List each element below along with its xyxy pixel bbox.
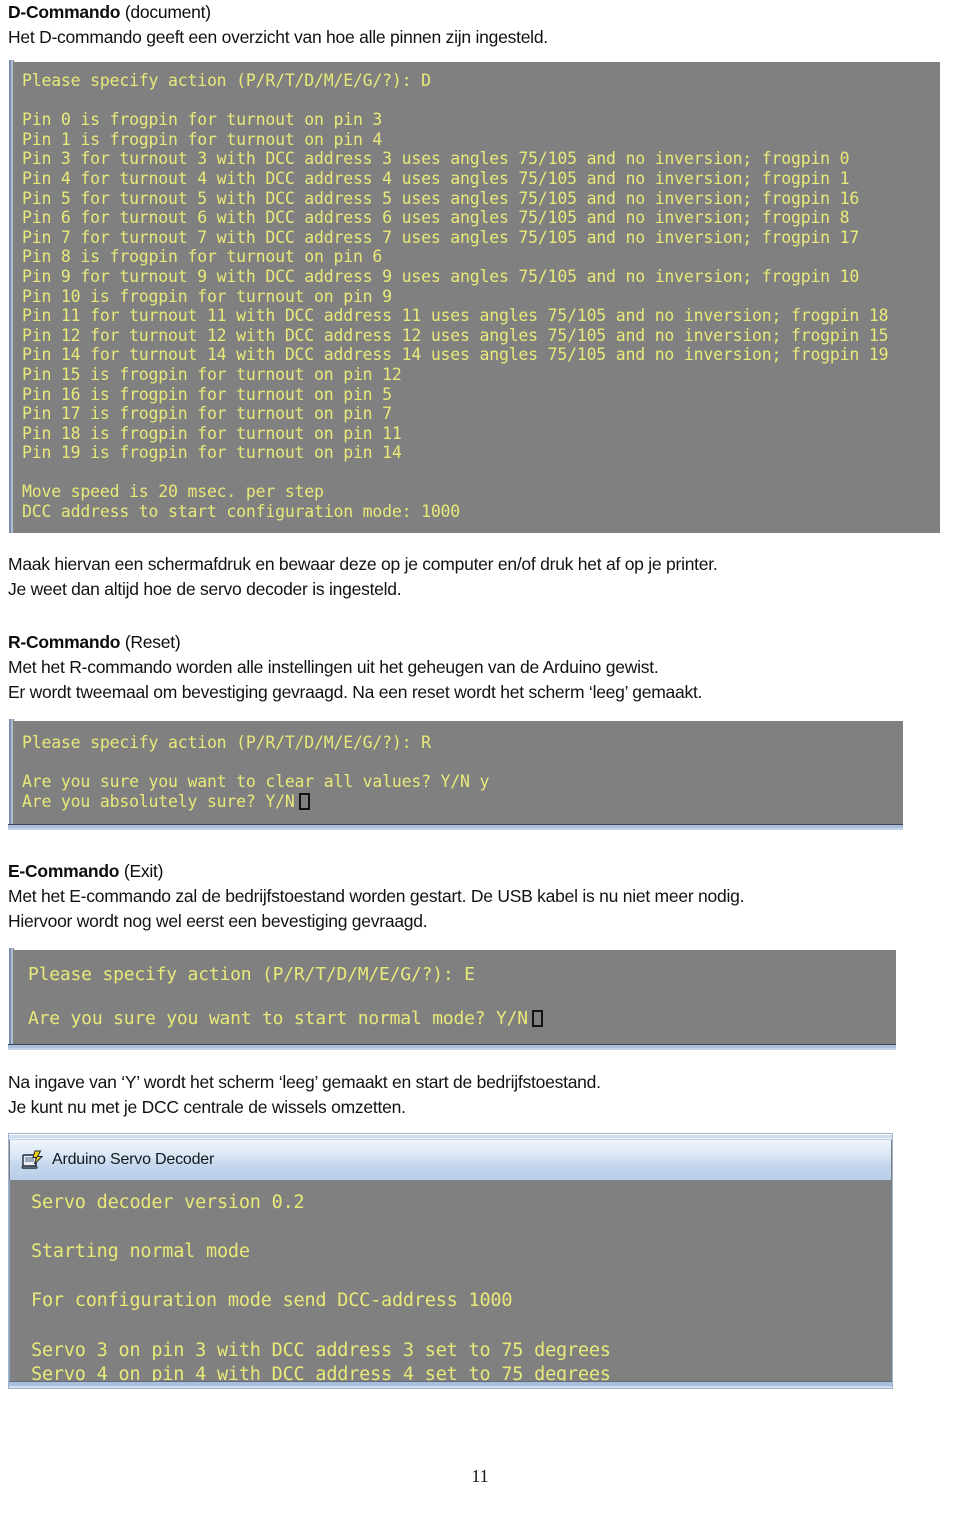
terminal-line: Please specify action (P/R/T/D/M/E/G/?):… xyxy=(22,733,431,752)
paragraph-d-after-2: Je weet dan altijd hoe de servo decoder … xyxy=(8,579,402,599)
paragraph-d-after-1: Maak hiervan een schermafdruk en bewaar … xyxy=(8,554,718,574)
terminal-line: Are you sure you want to start normal mo… xyxy=(28,1008,896,1030)
window-top-strip xyxy=(8,1133,893,1140)
terminal-line: Pin 3 for turnout 3 with DCC address 3 u… xyxy=(22,149,850,169)
terminal-line: Servo decoder version 0.2 xyxy=(31,1192,305,1213)
document-page: D-Commando (document) Het D-commando gee… xyxy=(0,0,960,1523)
terminal-line: Pin 16 is frogpin for turnout on pin 5 xyxy=(22,384,392,404)
terminal-d-body: Please specify action (P/R/T/D/M/E/G/?):… xyxy=(8,60,940,528)
terminal-output-e-command: Please specify action (P/R/T/D/M/E/G/?):… xyxy=(8,948,896,1051)
terminal-line: Pin 4 for turnout 4 with DCC address 4 u… xyxy=(22,168,850,188)
heading-r-commando-subtitle: (Reset) xyxy=(120,632,181,652)
terminal-line: Please specify action (P/R/T/D/M/E/G/?):… xyxy=(28,964,475,985)
arduino-app-icon xyxy=(21,1149,44,1171)
arduino-console-output: Servo decoder version 0.2 Starting norma… xyxy=(10,1180,891,1381)
terminal-line: DCC address to start configuration mode:… xyxy=(22,502,461,522)
terminal-line: Pin 0 is frogpin for turnout on pin 3 xyxy=(22,110,383,130)
window-title: Arduino Servo Decoder xyxy=(52,1151,215,1168)
heading-e-commando: E-Commando (Exit) xyxy=(0,859,960,884)
terminal-r-bottom-edge xyxy=(8,824,903,831)
terminal-line: Pin 6 for turnout 6 with DCC address 6 u… xyxy=(22,208,850,228)
terminal-line: Move speed is 20 msec. per step xyxy=(22,482,324,502)
paragraph-e-after-2: Je kunt nu met je DCC centrale de wissel… xyxy=(8,1097,406,1117)
heading-d-commando-title: D-Commando xyxy=(8,2,121,22)
terminal-line: Servo 4 on pin 4 with DCC address 4 set … xyxy=(31,1364,611,1381)
heading-d-commando-subtitle: (document) xyxy=(120,2,211,22)
terminal-line: Pin 18 is frogpin for turnout on pin 11 xyxy=(22,423,402,443)
terminal-line: Pin 10 is frogpin for turnout on pin 9 xyxy=(22,286,392,306)
terminal-line: Pin 19 is frogpin for turnout on pin 14 xyxy=(22,443,402,463)
terminal-line: For configuration mode send DCC-address … xyxy=(31,1290,513,1312)
terminal-line: Pin 17 is frogpin for turnout on pin 7 xyxy=(22,404,392,424)
terminal-line: Pin 12 for turnout 12 with DCC address 1… xyxy=(22,325,889,345)
terminal-line: Pin 8 is frogpin for turnout on pin 6 xyxy=(22,247,383,267)
window-bottom-edge xyxy=(8,1381,893,1389)
paragraph-r-body-1: Met het R-commando worden alle instellin… xyxy=(8,657,659,677)
terminal-e-bottom-edge xyxy=(8,1044,896,1051)
terminal-line: Pin 1 is frogpin for turnout on pin 4 xyxy=(22,129,383,149)
terminal-line: Pin 9 for turnout 9 with DCC address 9 u… xyxy=(22,266,860,286)
terminal-line: Pin 14 for turnout 14 with DCC address 1… xyxy=(22,345,889,365)
terminal-line: Servo 3 on pin 3 with DCC address 3 set … xyxy=(31,1339,611,1361)
terminal-output-d-command: Please specify action (P/R/T/D/M/E/G/?):… xyxy=(8,60,940,533)
terminal-r-body: Please specify action (P/R/T/D/M/E/G/?):… xyxy=(8,719,903,817)
paragraph-d-intro: Het D-commando geeft een overzicht van h… xyxy=(8,27,548,47)
terminal-line: Are you sure you want to clear all value… xyxy=(22,772,490,792)
terminal-cursor xyxy=(298,792,310,810)
heading-e-commando-title: E-Commando xyxy=(8,861,120,881)
page-number: 11 xyxy=(471,1466,489,1486)
heading-e-commando-subtitle: (Exit) xyxy=(119,861,164,881)
heading-r-commando: R-Commando (Reset) xyxy=(0,630,960,655)
paragraph-r-body-2: Er wordt tweemaal om bevestiging gevraag… xyxy=(8,682,703,702)
terminal-line: Are you absolutely sure? Y/N xyxy=(22,792,903,812)
terminal-line: Pin 7 for turnout 7 with DCC address 7 u… xyxy=(22,227,860,247)
paragraph-e-body-1: Met het E-commando zal de bedrijfstoesta… xyxy=(8,886,745,906)
paragraph-e-after-1: Na ingave van ‘Y’ wordt het scherm ‘leeg… xyxy=(8,1072,601,1092)
terminal-output-r-command: Please specify action (P/R/T/D/M/E/G/?):… xyxy=(8,719,903,831)
window-titlebar[interactable]: Arduino Servo Decoder xyxy=(10,1140,891,1180)
heading-d-commando: D-Commando (document) xyxy=(0,0,960,25)
terminal-line: Pin 11 for turnout 11 with DCC address 1… xyxy=(22,306,889,326)
terminal-line: Pin 5 for turnout 5 with DCC address 5 u… xyxy=(22,188,860,208)
terminal-cursor xyxy=(531,1010,543,1027)
terminal-e-body: Please specify action (P/R/T/D/M/E/G/?):… xyxy=(8,948,896,1036)
heading-r-commando-title: R-Commando xyxy=(8,632,121,652)
terminal-line: Starting normal mode xyxy=(31,1241,250,1263)
terminal-line: Pin 15 is frogpin for turnout on pin 12 xyxy=(22,364,402,384)
paragraph-e-body-2: Hiervoor wordt nog wel eerst een bevesti… xyxy=(8,911,428,931)
arduino-servo-decoder-window: Arduino Servo Decoder Servo decoder vers… xyxy=(8,1133,893,1389)
terminal-line: Please specify action (P/R/T/D/M/E/G/?):… xyxy=(22,71,431,90)
